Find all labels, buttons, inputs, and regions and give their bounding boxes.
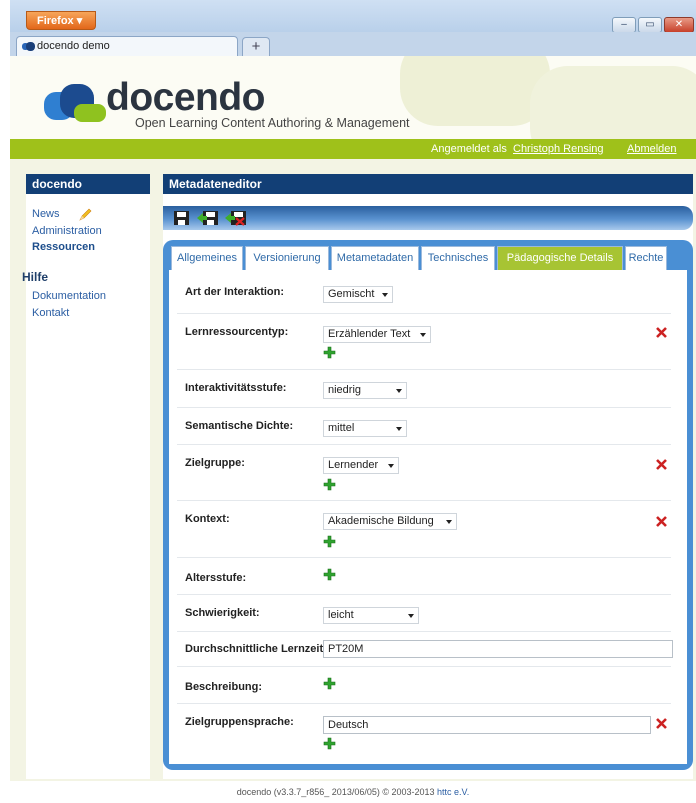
logo-text: docendo <box>106 76 266 119</box>
save-icon[interactable] <box>173 210 190 226</box>
add-plus-icon[interactable] <box>323 535 336 548</box>
add-plus-icon[interactable] <box>323 346 336 359</box>
interaction-select[interactable]: Gemischt <box>323 286 393 303</box>
chevron-down-icon <box>396 427 402 431</box>
metadata-form: Art der Interaktion: Gemischt Lernressou… <box>169 270 687 764</box>
docendo-favicon-icon <box>22 42 35 51</box>
sidebar-item-dokumentation[interactable]: Dokumentation <box>32 290 106 302</box>
delete-x-icon[interactable] <box>655 458 668 471</box>
field-label: Zielgruppensprache: <box>185 716 294 728</box>
add-plus-icon[interactable] <box>323 737 336 750</box>
field-label: Durchschnittliche Lernzeit: <box>185 643 327 655</box>
audience-select[interactable]: Lernender <box>323 457 399 474</box>
context-select[interactable]: Akademische Bildung <box>323 513 457 530</box>
tab-technisches[interactable]: Technisches <box>421 246 495 270</box>
close-window-button[interactable]: ✕ <box>664 17 694 33</box>
difficulty-select[interactable]: leicht <box>323 607 419 624</box>
add-plus-icon[interactable] <box>323 478 336 491</box>
field-row-resource-type: Lernressourcentyp: Erzählender Text <box>177 314 671 370</box>
docendo-logo-icon <box>44 84 106 122</box>
tab-paedagogische-details[interactable]: Pädagogische Details <box>497 246 623 270</box>
field-label: Beschreibung: <box>185 681 263 693</box>
field-label: Zielgruppe: <box>185 457 245 469</box>
field-row-context: Kontext: Akademische Bildung <box>177 501 671 558</box>
browser-tabbar: docendo demo + <box>10 32 696 57</box>
chevron-down-icon <box>388 464 394 468</box>
footer-link[interactable]: httc e.V. <box>437 787 469 797</box>
pencil-icon <box>79 208 92 221</box>
interactivity-select[interactable]: niedrig <box>323 382 407 399</box>
chevron-down-icon <box>446 520 452 524</box>
field-row-difficulty: Schwierigkeit: leicht <box>177 595 671 632</box>
sidebar-item-ressourcen[interactable]: Ressourcen <box>32 241 95 253</box>
field-row-interaction: Art der Interaktion: Gemischt <box>177 280 671 314</box>
footer: docendo (v3.3.7_r856_ 2013/06/05) © 2003… <box>10 781 696 803</box>
field-row-language: Zielgruppensprache: Deutsch <box>177 704 671 754</box>
field-row-audience: Zielgruppe: Lernender <box>177 445 671 501</box>
tab-allgemeines[interactable]: Allgemeines <box>171 246 243 270</box>
field-label: Semantische Dichte: <box>185 420 294 432</box>
field-row-interactivity: Interaktivitätsstufe: niedrig <box>177 370 671 408</box>
field-label: Art der Interaktion: <box>185 286 285 298</box>
page-content: docendo Open Learning Content Authoring … <box>10 56 696 803</box>
field-row-semantic-density: Semantische Dichte: mittel <box>177 408 671 445</box>
firefox-menu-button[interactable]: Firefox ▾ <box>26 11 96 30</box>
window-left-border <box>0 0 10 803</box>
minimize-button[interactable]: – <box>612 17 636 33</box>
sidebar-item-kontakt[interactable]: Kontakt <box>32 307 69 319</box>
field-label: Interaktivitätsstufe: <box>185 382 287 394</box>
semantic-density-select[interactable]: mittel <box>323 420 407 437</box>
sidebar-title: docendo <box>26 174 150 194</box>
delete-x-icon[interactable] <box>655 326 668 339</box>
tab-rechte[interactable]: Rechte <box>625 246 667 270</box>
field-row-learning-time: Durchschnittliche Lernzeit: PT20M <box>177 632 673 667</box>
chevron-down-icon <box>408 614 414 618</box>
maximize-button[interactable]: ▭ <box>638 17 662 33</box>
browser-tab[interactable]: docendo demo <box>16 36 238 57</box>
save-close-icon[interactable] <box>197 210 219 226</box>
header-decoration <box>400 56 550 126</box>
field-label: Schwierigkeit: <box>185 607 260 619</box>
language-input[interactable]: Deutsch <box>323 716 651 734</box>
add-plus-icon[interactable] <box>323 677 336 690</box>
field-label: Kontext: <box>185 513 230 525</box>
editor-toolbar <box>163 206 693 230</box>
browser-titlebar: Firefox ▾ – ▭ ✕ <box>10 0 696 33</box>
metadata-tabs-container: Allgemeines Versionierung Metametadaten … <box>163 240 693 770</box>
user-name-link[interactable]: Christoph Rensing <box>513 139 604 159</box>
tab-versionierung[interactable]: Versionierung <box>245 246 329 270</box>
logo-subtitle: Open Learning Content Authoring & Manage… <box>135 116 410 130</box>
chevron-down-icon <box>420 333 426 337</box>
new-tab-button[interactable]: + <box>242 37 270 57</box>
footer-text: docendo (v3.3.7_r856_ 2013/06/05) © 2003… <box>236 787 435 797</box>
panel-title: Metadateneditor <box>163 174 693 194</box>
browser-tab-title: docendo demo <box>37 40 110 52</box>
sidebar: docendo News Administration Ressourcen H… <box>22 174 150 779</box>
metadata-editor-panel: Metadateneditor Allgemeines Versionierun… <box>163 174 693 779</box>
logged-in-label: Angemeldet als <box>431 143 507 155</box>
delete-x-icon[interactable] <box>655 515 668 528</box>
field-row-description: Beschreibung: <box>177 667 671 704</box>
field-label: Lernressourcentyp: <box>185 326 289 338</box>
help-heading: Hilfe <box>22 270 49 284</box>
logout-link[interactable]: Abmelden <box>627 139 677 159</box>
learning-time-input[interactable]: PT20M <box>323 640 673 658</box>
metadata-tabstrip: Allgemeines Versionierung Metametadaten … <box>163 246 693 270</box>
chevron-down-icon <box>396 389 402 393</box>
delete-x-icon[interactable] <box>655 717 668 730</box>
sidebar-item-news[interactable]: News <box>32 208 60 220</box>
tab-metametadaten[interactable]: Metametadaten <box>331 246 419 270</box>
field-label: Altersstufe: <box>185 572 247 584</box>
add-plus-icon[interactable] <box>323 568 336 581</box>
close-discard-icon[interactable] <box>225 210 247 226</box>
header-decoration <box>530 66 696 139</box>
resource-type-select[interactable]: Erzählender Text <box>323 326 431 343</box>
field-row-age: Altersstufe: <box>177 558 671 595</box>
user-bar: Angemeldet als Christoph Rensing Abmelde… <box>10 139 696 159</box>
sidebar-item-administration[interactable]: Administration <box>32 225 102 237</box>
chevron-down-icon <box>382 293 388 297</box>
site-header: docendo Open Learning Content Authoring … <box>10 56 696 139</box>
